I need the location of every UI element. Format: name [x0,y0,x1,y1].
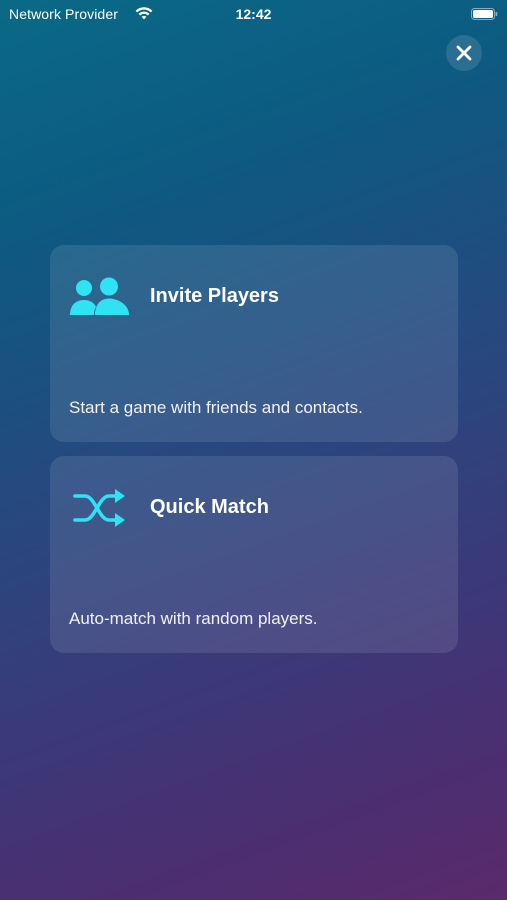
people-icon [70,277,129,315]
battery-icon [471,8,498,20]
quick-match-title: Quick Match [150,496,269,518]
invite-players-card[interactable]: Invite Players Start a game with friends… [50,245,458,442]
status-time: 12:42 [235,6,272,22]
close-icon [456,45,472,61]
quick-match-card[interactable]: Quick Match Auto-match with random playe… [50,456,458,653]
invite-players-title: Invite Players [150,285,279,307]
invite-players-description: Start a game with friends and contacts. [69,398,363,417]
status-bar: Network Provider 12:42 [0,0,507,28]
close-button[interactable] [446,35,482,71]
quick-match-description: Auto-match with random players. [69,609,318,628]
shuffle-icon [73,489,125,527]
